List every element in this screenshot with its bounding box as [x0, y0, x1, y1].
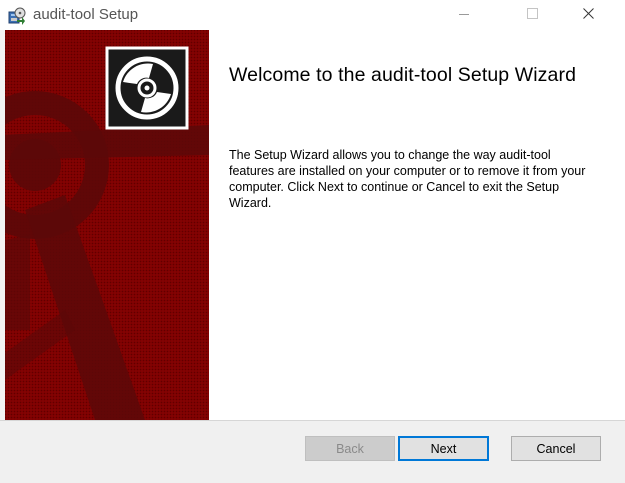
- minimize-icon: [459, 6, 469, 24]
- description-text: The Setup Wizard allows you to change th…: [229, 148, 586, 210]
- setup-wizard-window: audit-tool Setup Welcome to the audit-to…: [0, 0, 625, 483]
- title-bar[interactable]: audit-tool Setup: [0, 0, 625, 30]
- cd-disc-icon: [105, 46, 189, 130]
- page-title: Welcome to the audit-tool Setup Wizard: [229, 64, 577, 86]
- wizard-banner: [5, 30, 209, 420]
- minimize-button[interactable]: [441, 0, 487, 30]
- close-icon: [582, 6, 594, 24]
- maximize-button[interactable]: [509, 0, 555, 30]
- footer-divider: [0, 420, 625, 421]
- cancel-button[interactable]: Cancel: [511, 436, 601, 461]
- back-button[interactable]: Back: [305, 436, 395, 461]
- window-title: audit-tool Setup: [33, 6, 139, 23]
- close-button[interactable]: [565, 0, 611, 30]
- next-button[interactable]: Next: [398, 436, 489, 461]
- maximize-icon: [526, 6, 538, 24]
- installer-package-icon: [8, 7, 26, 25]
- welcome-panel: Welcome to the audit-tool Setup Wizard T…: [209, 30, 625, 420]
